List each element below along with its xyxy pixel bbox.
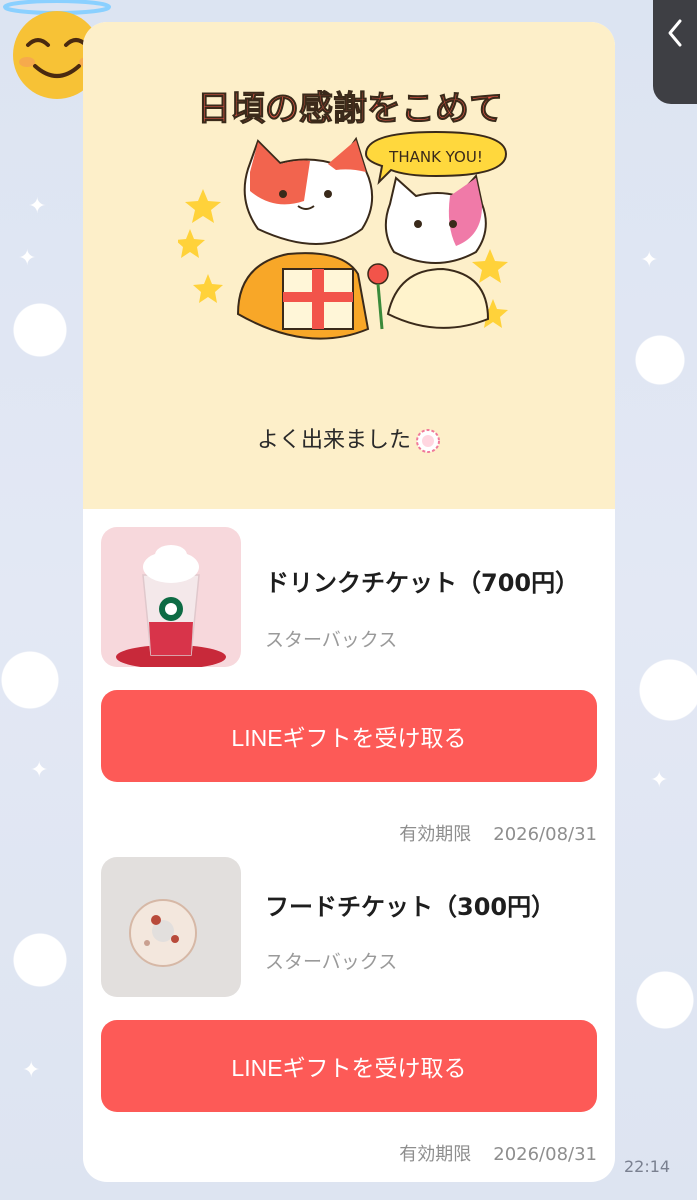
- expiry-info: 有効期限 2026/08/31: [399, 1140, 597, 1166]
- expiry-label: 有効期限: [399, 1144, 472, 1165]
- gift-item: ドリンクチケット（700円） スターバックス LINEギフトを受け取る 有効期限…: [83, 527, 615, 857]
- drink-thumbnail[interactable]: [101, 527, 241, 667]
- art-bubble-text: THANK YOU!: [388, 148, 483, 166]
- product-title: ドリンクチケット（700円）: [265, 569, 580, 597]
- product-title: フードチケット（300円）: [265, 893, 556, 921]
- gift-item: フードチケット（300円） スターバックス LINEギフトを受け取る 有効期限 2…: [83, 857, 615, 1177]
- receive-gift-button[interactable]: LINEギフトを受け取る: [101, 1020, 597, 1112]
- food-image: [101, 857, 241, 997]
- sparkle-icon: ✦: [28, 194, 47, 219]
- expiry-label: 有効期限: [399, 824, 472, 845]
- gift-message-bubble[interactable]: 日頃の感謝をこめて THANK YOU! よく出来ました ドリンクチケット（70…: [83, 22, 615, 1182]
- sparkle-icon: ✦: [650, 768, 669, 793]
- receive-gift-button[interactable]: LINEギフトを受け取る: [101, 690, 597, 782]
- drink-image: [101, 527, 241, 667]
- art-heading: 日頃の感謝をこめて: [197, 89, 503, 129]
- expiry-date: 2026/08/31: [493, 1144, 597, 1165]
- chevron-left-icon: [668, 19, 682, 47]
- sparkle-icon: ✦: [30, 758, 49, 783]
- expiry-info: 有効期限 2026/08/31: [399, 820, 597, 846]
- gift-message: よく出来ました: [83, 422, 615, 454]
- sparkle-icon: ✦: [18, 246, 37, 271]
- thank-you-cats-illustration: 日頃の感謝をこめて THANK YOU!: [178, 89, 508, 340]
- food-thumbnail[interactable]: [101, 857, 241, 997]
- sparkle-icon: ✦: [640, 248, 659, 273]
- product-brand: スターバックス: [265, 629, 398, 651]
- product-brand: スターバックス: [265, 951, 398, 973]
- expiry-date: 2026/08/31: [493, 824, 597, 845]
- flower-stamp-icon: [416, 429, 440, 453]
- message-timestamp: 22:14: [624, 1157, 671, 1176]
- gift-card-header: 日頃の感謝をこめて THANK YOU! よく出来ました: [83, 22, 615, 509]
- gift-message-text: よく出来ました: [256, 428, 411, 453]
- back-button[interactable]: [653, 0, 697, 104]
- sparkle-icon: ✦: [22, 1058, 41, 1083]
